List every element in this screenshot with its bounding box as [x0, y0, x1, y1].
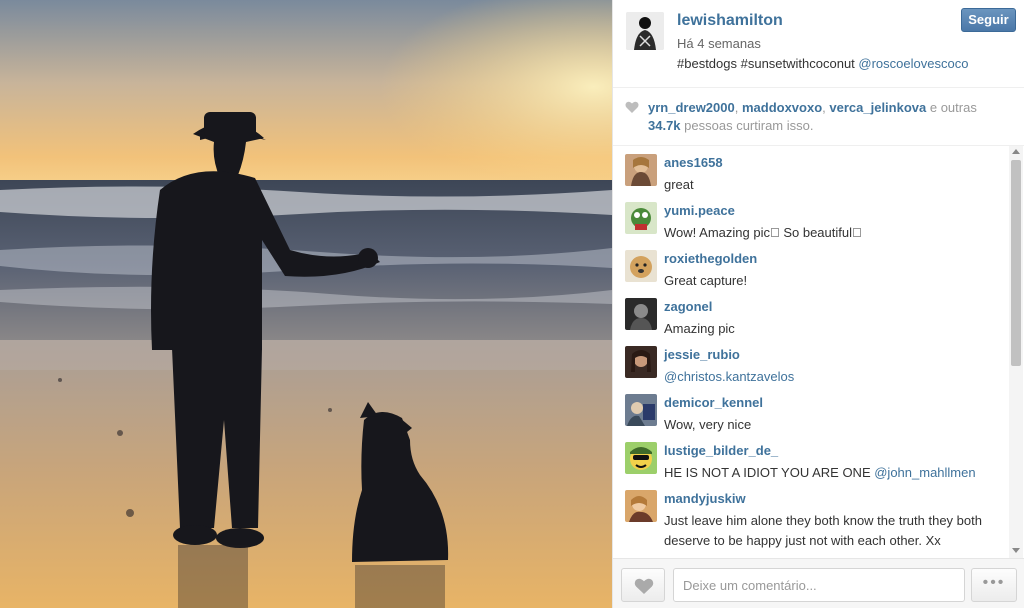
comment-footer: •••	[613, 558, 1024, 608]
avatar[interactable]	[625, 346, 657, 378]
likes-suffix: pessoas curtiram isso.	[680, 118, 814, 133]
post-caption: #bestdogs #sunsetwithcoconut @roscoelove…	[677, 56, 968, 71]
comment-username[interactable]: anes1658	[664, 155, 723, 170]
more-options-button[interactable]: •••	[971, 568, 1017, 602]
caption-mention[interactable]: @roscoelovescoco	[858, 56, 968, 71]
scroll-down-arrow-icon[interactable]	[1012, 548, 1020, 553]
comment-body: HE IS NOT A IDIOT YOU ARE ONE	[664, 465, 875, 480]
comment-text: Wow, very nice	[664, 415, 1004, 435]
comment-username[interactable]: roxiethegolden	[664, 251, 757, 266]
follow-button[interactable]: Seguir	[961, 8, 1016, 32]
comment-username[interactable]: yumi.peace	[664, 203, 735, 218]
avatar[interactable]	[625, 250, 657, 282]
comment-body: Wow, very nice	[664, 417, 752, 432]
comment-text: great	[664, 175, 1004, 195]
comment-body: Just leave him alone they both know the …	[664, 513, 982, 548]
avatar[interactable]	[625, 490, 657, 522]
comment-text: Just leave him alone they both know the …	[664, 511, 1004, 551]
post-time: Há 4 semanas	[677, 36, 761, 51]
comment-username[interactable]: jessie_rubio	[664, 347, 740, 362]
comment-username[interactable]: zagonel	[664, 299, 712, 314]
post-username[interactable]: lewishamilton	[677, 12, 783, 30]
liker-link[interactable]: verca_jelinkova	[829, 100, 926, 115]
comment-input[interactable]	[673, 568, 965, 602]
avatar[interactable]	[625, 202, 657, 234]
liker-link[interactable]: maddoxvoxo	[742, 100, 822, 115]
heart-icon	[634, 578, 654, 594]
separator: ,	[734, 100, 742, 115]
comment-username[interactable]: mandyjuskiw	[664, 491, 746, 506]
comments-list[interactable]: anes1658 great yumi.peace Wow! Amazing p…	[613, 146, 1024, 558]
avatar[interactable]	[626, 12, 664, 50]
comment-text: HE IS NOT A IDIOT YOU ARE ONE @john_mahl…	[664, 463, 1004, 483]
likes-section: yrn_drew2000, maddoxvoxo, verca_jelinkov…	[613, 88, 1024, 146]
comment-text: Amazing pic	[664, 319, 1004, 339]
likes-count[interactable]: 34.7k	[648, 118, 681, 133]
comment-text: Great capture!	[664, 271, 1004, 291]
heart-icon	[625, 101, 639, 113]
comment-text: @christos.kantzavelos	[664, 367, 1004, 387]
post-photo[interactable]	[0, 0, 612, 608]
post-detail-panel: lewishamilton Há 4 semanas #bestdogs #su…	[612, 0, 1024, 608]
comment-body: Amazing pic	[664, 321, 735, 336]
comment-mention[interactable]: @john_mahllmen	[874, 465, 975, 480]
comment-text: Wow! Amazing pic􀀀 So beautiful􀀀	[664, 223, 1004, 243]
comments-scrollbar[interactable]	[1009, 146, 1023, 558]
avatar[interactable]	[625, 298, 657, 330]
liker-link[interactable]: yrn_drew2000	[648, 100, 735, 115]
caption-hashtags[interactable]: #bestdogs #sunsetwithcoconut	[677, 56, 858, 71]
avatar[interactable]	[625, 442, 657, 474]
like-button[interactable]	[621, 568, 665, 602]
avatar[interactable]	[625, 394, 657, 426]
post-header: lewishamilton Há 4 semanas #bestdogs #su…	[613, 0, 1024, 88]
avatar[interactable]	[625, 154, 657, 186]
comment-body: Great capture!	[664, 273, 748, 288]
comment-username[interactable]: lustige_bilder_de_	[664, 443, 778, 458]
scrollbar-thumb[interactable]	[1011, 160, 1021, 366]
likers-text: yrn_drew2000, maddoxvoxo, verca_jelinkov…	[648, 99, 1018, 135]
comment-body: Wow! Amazing pic􀀀 So beautiful􀀀	[664, 225, 862, 240]
likes-and-others[interactable]: e outras	[926, 100, 977, 115]
comment-mention[interactable]: @christos.kantzavelos	[664, 369, 794, 384]
comment-body: great	[664, 177, 694, 192]
comment-username[interactable]: demicor_kennel	[664, 395, 763, 410]
scroll-up-arrow-icon[interactable]	[1012, 149, 1020, 154]
